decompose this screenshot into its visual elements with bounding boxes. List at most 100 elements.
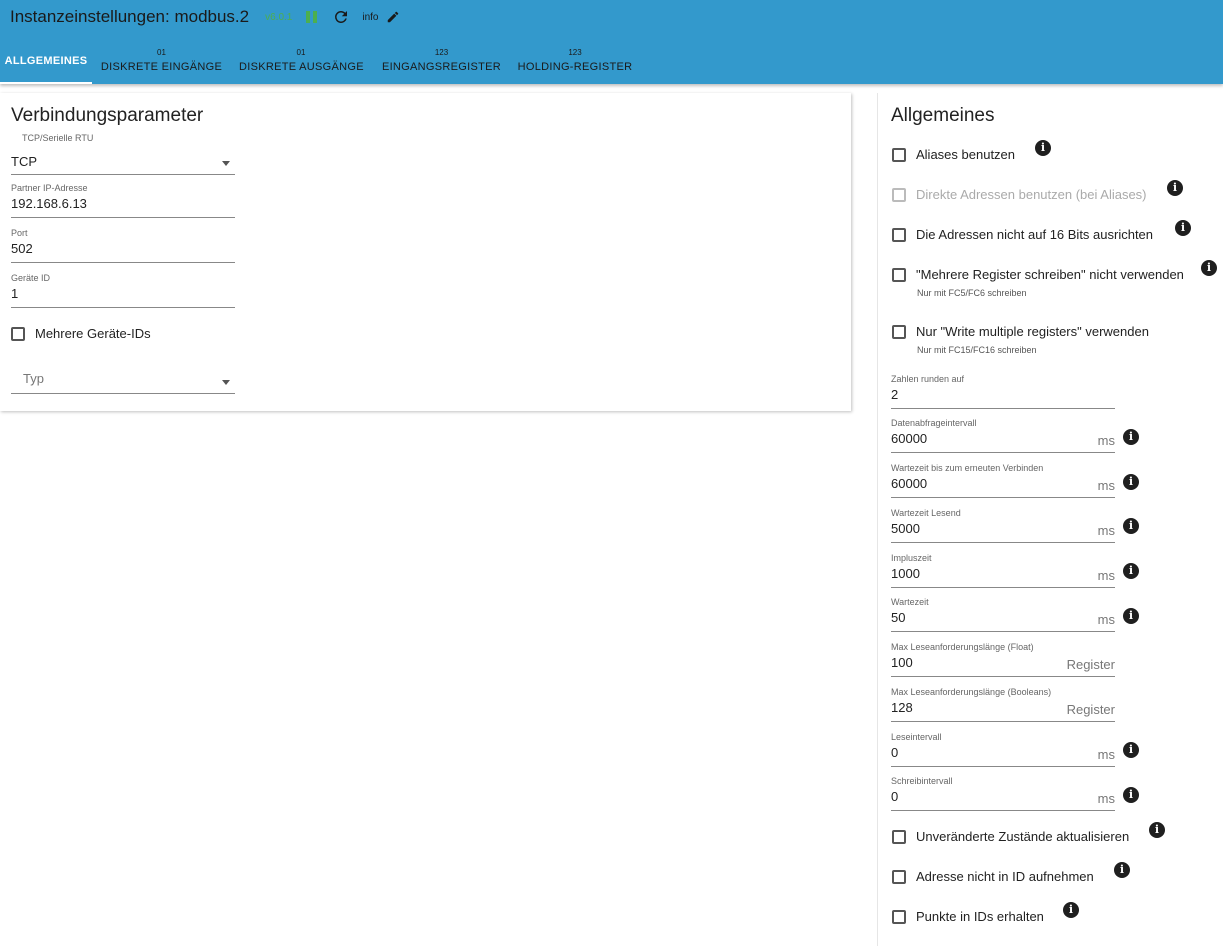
checkbox[interactable] bbox=[11, 326, 25, 341]
info-icon[interactable]: i bbox=[1123, 563, 1139, 579]
field-value: 1 bbox=[11, 286, 19, 301]
pause-icon[interactable] bbox=[306, 10, 320, 24]
field-underline bbox=[11, 307, 235, 308]
checkbox-note: Nur mit FC15/FC16 schreiben bbox=[917, 345, 1037, 355]
field-label: Port bbox=[11, 228, 28, 238]
tab-allgemeines[interactable]: ALLGEMEINES bbox=[0, 44, 92, 84]
info-icon[interactable]: i bbox=[1175, 220, 1191, 236]
write-interval-field[interactable]: Schreibintervall 0 ms bbox=[891, 776, 1115, 812]
info-icon[interactable]: i bbox=[1123, 742, 1139, 758]
no-multiple-registers-checkbox[interactable]: "Mehrere Register schreiben" nicht verwe… bbox=[892, 267, 1184, 282]
checkbox bbox=[892, 187, 906, 202]
field-label: Zahlen runden auf bbox=[891, 374, 965, 384]
field-label: Wartezeit bis zum erneuten Verbinden bbox=[891, 463, 1044, 473]
only-write-multiple-checkbox[interactable]: Nur "Write multiple registers" verwenden bbox=[892, 324, 1149, 339]
active-tab-indicator bbox=[0, 82, 92, 84]
info-icon[interactable]: i bbox=[1201, 260, 1217, 276]
field-value: 128 bbox=[891, 700, 913, 715]
info-icon[interactable]: i bbox=[1063, 902, 1079, 918]
field-value: 60000 bbox=[891, 431, 928, 446]
checkbox[interactable] bbox=[892, 227, 906, 242]
max-read-float-field[interactable]: Max Leseanforderungslänge (Float) 100 Re… bbox=[891, 642, 1115, 678]
info-icon[interactable]: i bbox=[1123, 787, 1139, 803]
ip-address-field[interactable]: Partner IP-Adresse 192.168.6.13 bbox=[11, 183, 235, 219]
tab-label: HOLDING-REGISTER bbox=[517, 61, 633, 73]
info-link[interactable]: info bbox=[362, 12, 378, 23]
reconnect-wait-field[interactable]: Wartezeit bis zum erneuten Verbinden 600… bbox=[891, 463, 1115, 499]
field-value: 1000 bbox=[891, 566, 920, 581]
field-underline bbox=[891, 721, 1115, 722]
connection-card: Verbindungsparameter TCP/Serielle RTU TC… bbox=[0, 93, 851, 411]
wait-time-field[interactable]: Wartezeit 50 ms bbox=[891, 597, 1115, 633]
connection-title: Verbindungsparameter bbox=[11, 105, 204, 126]
field-unit: ms bbox=[1097, 433, 1115, 448]
checkbox-label: Punkte in IDs erhalten bbox=[916, 909, 1044, 924]
aliases-checkbox[interactable]: Aliases benutzen bbox=[892, 147, 1015, 162]
info-icon[interactable]: i bbox=[1123, 474, 1139, 490]
info-icon[interactable]: i bbox=[1123, 518, 1139, 534]
checkbox[interactable] bbox=[892, 267, 906, 282]
field-underline bbox=[891, 587, 1115, 588]
page-title: Instanzeinstellungen: modbus.2 bbox=[10, 7, 250, 26]
chevron-down-icon bbox=[222, 161, 230, 166]
pulse-time-field[interactable]: Impluszeit 1000 ms bbox=[891, 553, 1115, 589]
port-field[interactable]: Port 502 bbox=[11, 228, 235, 264]
no-16bit-align-checkbox[interactable]: Die Adressen nicht auf 16 Bits ausrichte… bbox=[892, 227, 1153, 242]
field-underline bbox=[891, 542, 1115, 543]
read-timeout-field[interactable]: Wartezeit Lesend 5000 ms bbox=[891, 508, 1115, 544]
field-value: 0 bbox=[891, 745, 899, 760]
field-unit: ms bbox=[1097, 568, 1115, 583]
tab-label: DISKRETE AUSGÄNGE bbox=[239, 61, 364, 73]
field-value: 2 bbox=[891, 387, 899, 402]
field-value: 5000 bbox=[891, 521, 920, 536]
info-icon[interactable]: i bbox=[1035, 140, 1051, 156]
field-value: 502 bbox=[11, 241, 33, 256]
info-icon[interactable]: i bbox=[1123, 608, 1139, 624]
field-label: TCP/Serielle RTU bbox=[22, 133, 94, 143]
field-value: TCP bbox=[11, 154, 37, 169]
typ-select[interactable]: Typ bbox=[11, 363, 235, 395]
field-value: 192.168.6.13 bbox=[11, 196, 87, 211]
max-read-boolean-field[interactable]: Max Leseanforderungslänge (Booleans) 128… bbox=[891, 687, 1115, 723]
field-label: Schreibintervall bbox=[891, 776, 953, 786]
checkbox[interactable] bbox=[892, 829, 906, 844]
field-value: 50 bbox=[891, 610, 906, 625]
update-unchanged-checkbox[interactable]: Unveränderte Zustände aktualisieren bbox=[892, 829, 1129, 844]
checkbox-label: Direkte Adressen benutzen (bei Aliases) bbox=[916, 187, 1147, 202]
field-underline bbox=[891, 497, 1115, 498]
field-unit: ms bbox=[1097, 523, 1115, 538]
tab-holding-register[interactable]: 123 HOLDING-REGISTER bbox=[516, 44, 634, 84]
field-value: 0 bbox=[891, 789, 899, 804]
tab-sup: 01 bbox=[157, 48, 166, 57]
checkbox[interactable] bbox=[892, 147, 906, 162]
tab-eingangsregister[interactable]: 123 EINGANGSREGISTER bbox=[381, 44, 502, 84]
info-icon[interactable]: i bbox=[1149, 822, 1165, 838]
checkbox-label: Unveränderte Zustände aktualisieren bbox=[916, 829, 1130, 844]
multiple-device-ids-checkbox[interactable]: Mehrere Geräte-IDs bbox=[11, 326, 151, 341]
info-icon[interactable]: i bbox=[1114, 862, 1130, 878]
poll-interval-field[interactable]: Datenabfrageintervall 60000 ms bbox=[891, 418, 1115, 454]
connection-type-select[interactable]: TCP/Serielle RTU TCP bbox=[11, 133, 235, 175]
checkbox[interactable] bbox=[892, 324, 906, 339]
tab-label: ALLGEMEINES bbox=[4, 55, 88, 67]
tab-sup: 123 bbox=[568, 48, 582, 57]
checkbox[interactable] bbox=[892, 869, 906, 884]
keep-dots-in-ids-checkbox[interactable]: Punkte in IDs erhalten bbox=[892, 909, 1044, 924]
tab-diskrete-ausgaenge[interactable]: 01 DISKRETE AUSGÄNGE bbox=[239, 44, 364, 84]
address-not-in-id-checkbox[interactable]: Adresse nicht in ID aufnehmen bbox=[892, 869, 1094, 884]
checkbox[interactable] bbox=[892, 909, 906, 924]
read-interval-field[interactable]: Leseintervall 0 ms bbox=[891, 732, 1115, 768]
info-icon[interactable]: i bbox=[1123, 429, 1139, 445]
field-underline bbox=[891, 810, 1115, 811]
tab-diskrete-eingaenge[interactable]: 01 DISKRETE EINGÄNGE bbox=[100, 44, 223, 84]
direct-addresses-checkbox: Direkte Adressen benutzen (bei Aliases) bbox=[892, 187, 1147, 202]
device-id-field[interactable]: Geräte ID 1 bbox=[11, 273, 235, 309]
field-underline bbox=[891, 676, 1115, 677]
round-numbers-field[interactable]: Zahlen runden auf 2 bbox=[891, 374, 1115, 410]
info-icon[interactable]: i bbox=[1167, 180, 1183, 196]
field-unit: Register bbox=[1066, 657, 1115, 672]
field-label: Leseintervall bbox=[891, 732, 942, 742]
reload-icon[interactable] bbox=[332, 8, 350, 26]
title-row: Instanzeinstellungen: modbus.2 v6.0.1 in… bbox=[10, 6, 400, 28]
pencil-icon[interactable] bbox=[386, 10, 400, 24]
